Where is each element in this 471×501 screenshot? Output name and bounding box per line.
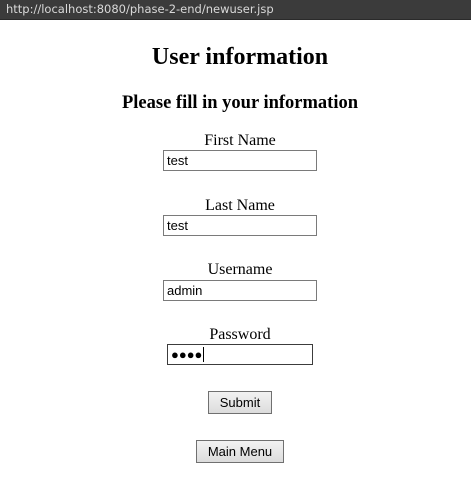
username-field[interactable]: admin — [163, 280, 317, 301]
text-caret — [203, 347, 205, 362]
first-name-label: First Name — [204, 132, 276, 149]
last-name-field[interactable]: test — [163, 215, 317, 236]
password-field[interactable]: ●●●● — [167, 344, 313, 365]
submit-button[interactable]: Submit — [208, 391, 272, 414]
page-content: User information Please fill in your inf… — [0, 20, 471, 501]
password-mask: ●●●● — [171, 347, 203, 362]
address-bar[interactable]: http://localhost:8080/phase-2-end/newuse… — [0, 0, 471, 20]
username-label: Username — [207, 261, 273, 278]
last-name-label: Last Name — [205, 197, 275, 214]
page-subtitle: Please fill in your information — [121, 93, 359, 113]
password-label: Password — [209, 326, 271, 343]
page-title: User information — [151, 44, 329, 70]
address-bar-url[interactable]: http://localhost:8080/phase-2-end/newuse… — [6, 2, 274, 16]
main-menu-button[interactable]: Main Menu — [196, 440, 284, 463]
first-name-field[interactable]: test — [163, 150, 317, 171]
